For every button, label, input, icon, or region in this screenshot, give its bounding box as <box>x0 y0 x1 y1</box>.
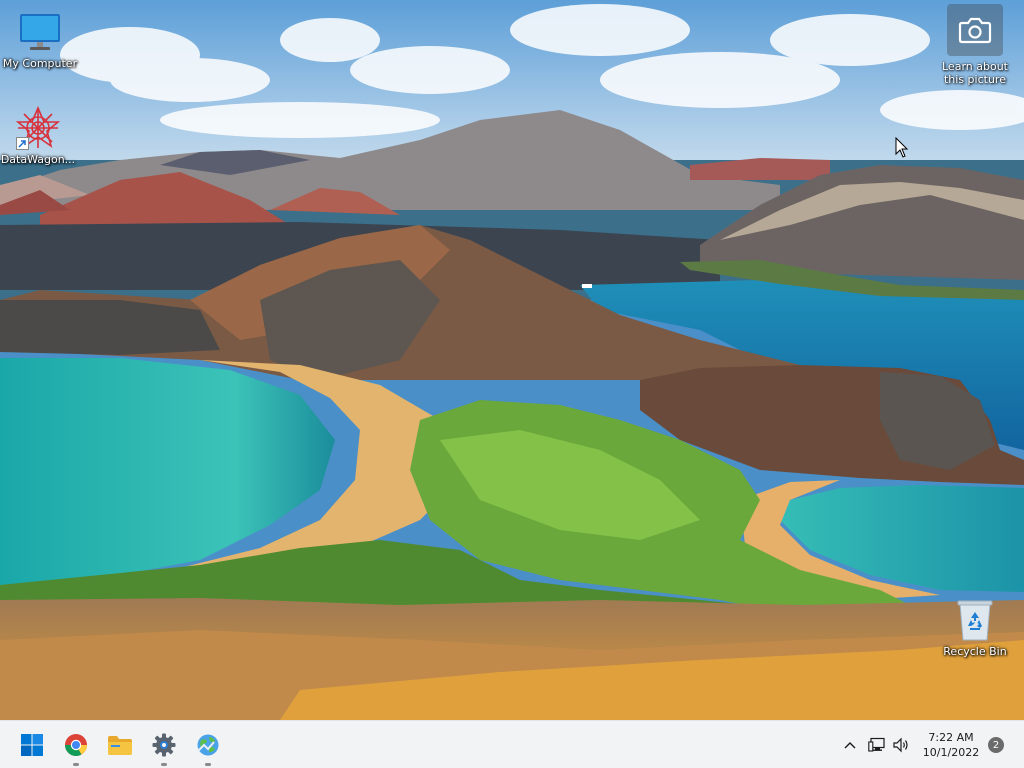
desktop-icon-recycle-bin[interactable]: Recycle Bin <box>935 596 1015 659</box>
taskbar-chrome-button[interactable] <box>56 721 96 768</box>
desktop-icon-datawagon[interactable]: DataWagon... <box>0 104 78 167</box>
shortcut-arrow-icon <box>16 137 29 150</box>
taskbar: 7:22 AM 10/1/2022 2 <box>0 720 1024 768</box>
taskbar-file-explorer-button[interactable] <box>100 721 140 768</box>
folder-icon <box>108 736 132 755</box>
taskbar-network-app-button[interactable] <box>188 721 228 768</box>
volume-button[interactable] <box>890 721 912 768</box>
network-status-button[interactable] <box>866 721 888 768</box>
monitor-icon <box>16 8 64 56</box>
desktop-icon-label: DataWagon... <box>0 153 76 166</box>
mouse-cursor-icon <box>895 136 909 159</box>
spotlight-label: Learn about this picture <box>942 60 1008 86</box>
desktop-icon-label: Recycle Bin <box>943 645 1007 658</box>
desktop-icon-my-computer[interactable]: My Computer <box>0 8 80 71</box>
camera-icon <box>947 4 1003 56</box>
chevron-up-icon <box>844 742 856 749</box>
spotlight-learn-more[interactable]: Learn about this picture <box>936 4 1014 90</box>
speaker-icon <box>893 737 908 753</box>
gear-icon <box>152 733 176 757</box>
running-indicator <box>205 763 211 766</box>
running-indicator <box>161 763 167 766</box>
desktop-icon-label: My Computer <box>2 57 78 70</box>
datawagon-logo-icon <box>14 104 62 152</box>
globe-icon <box>197 734 219 756</box>
recycle-bin-icon <box>951 596 999 644</box>
show-hidden-icons-button[interactable] <box>838 721 862 768</box>
desktop-wallpaper <box>0 0 1024 720</box>
chrome-icon <box>65 734 87 756</box>
start-button[interactable] <box>12 721 52 768</box>
network-icon <box>868 737 885 752</box>
notification-count-badge[interactable]: 2 <box>988 737 1004 753</box>
running-indicator <box>73 763 79 766</box>
clock-date: 10/1/2022 <box>922 746 980 759</box>
windows-start-icon <box>21 734 43 756</box>
clock-time: 7:22 AM <box>928 731 974 744</box>
taskbar-settings-button[interactable] <box>144 721 184 768</box>
taskbar-clock[interactable]: 7:22 AM 10/1/2022 <box>914 721 988 768</box>
